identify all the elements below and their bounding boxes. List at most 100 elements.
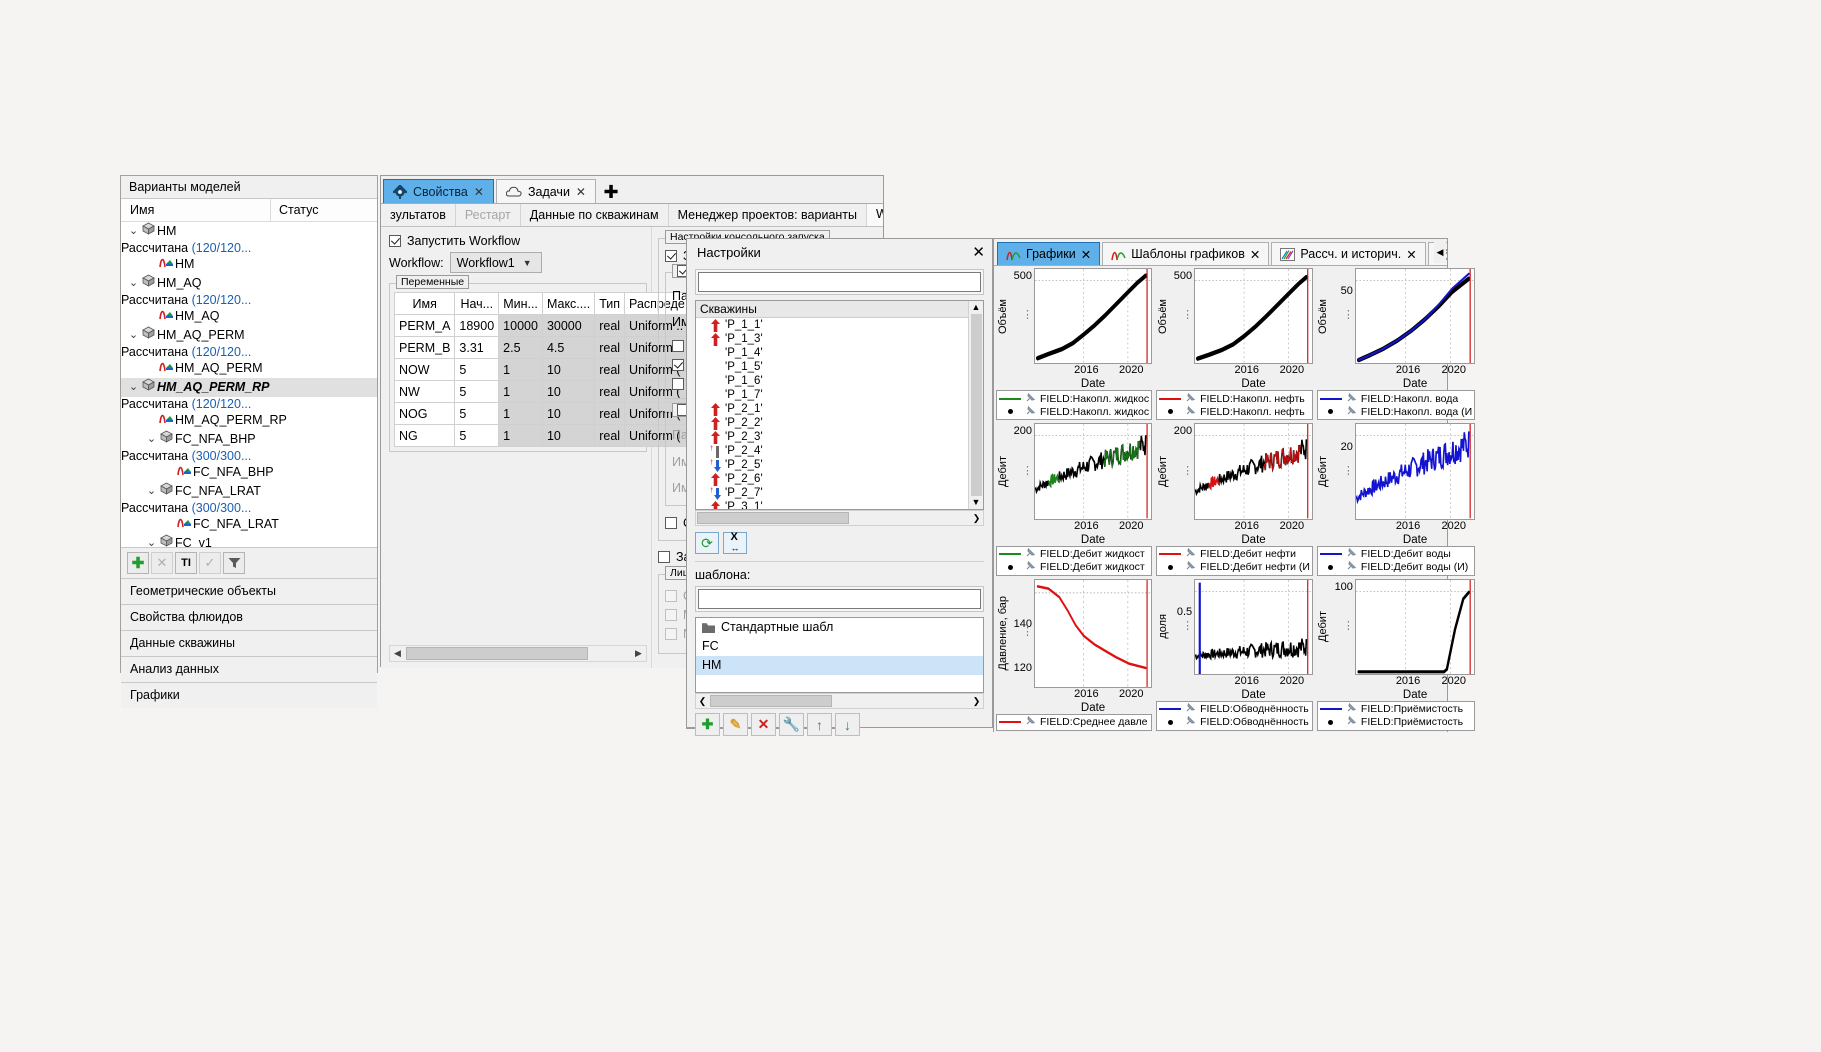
workflow-select[interactable]: Workflow1 ▼ (449, 252, 542, 273)
pin-icon[interactable] (1185, 405, 1196, 418)
table-cell[interactable]: PERM_A (393, 314, 456, 337)
tab-задачи[interactable]: Задачи ✕ (495, 179, 596, 203)
table-cell[interactable]: real (594, 336, 626, 359)
scrollbar-thumb[interactable] (970, 314, 982, 496)
legend-entry[interactable]: FIELD:Дебит воды (И) (1320, 560, 1472, 574)
save-changes-checkbox[interactable] (665, 517, 677, 529)
variables-table[interactable]: Имя Нач... Мин... Макс.... Тип Распреде PERM_A… (393, 292, 690, 447)
delete-src-checkbox[interactable] (672, 378, 684, 390)
scrollbar-thumb[interactable] (710, 695, 832, 707)
wells-list[interactable]: Скважины 'P_1_1' 'P_1_3' 'P_1_4' 'P_1_5' 'P_… (696, 301, 968, 509)
legend-entry[interactable]: FIELD:Накопл. жидкос (999, 405, 1149, 418)
chevron-down-icon[interactable]: ⌄ (145, 534, 158, 547)
pin-icon[interactable] (1025, 405, 1036, 418)
table-cell[interactable]: real (594, 424, 626, 447)
workflow-horizontal-scrollbar[interactable]: ◀ ▶ (389, 645, 647, 662)
wells-listbox[interactable]: Скважины 'P_1_1' 'P_1_3' 'P_1_4' 'P_1_5' 'P_… (695, 300, 984, 510)
list-item[interactable]: 'P_1_1' (696, 318, 968, 332)
pin-icon[interactable] (1346, 405, 1357, 418)
subtab-4[interactable]: Workflow (867, 204, 883, 226)
pin-icon[interactable] (1185, 560, 1196, 574)
axes[interactable] (1354, 578, 1476, 675)
tree-row[interactable]: ⌄ HM (121, 222, 377, 241)
chevron-down-icon[interactable]: ⌄ (145, 430, 158, 449)
refresh-button[interactable]: ⟳ (695, 532, 719, 554)
table-row[interactable]: NG 5 1 10 real Uniform ( (393, 424, 690, 447)
subtab-2[interactable]: Данные по скважинам (521, 204, 669, 226)
chart-cell-6[interactable]: Давление, бар 140 120 ⋮ 2016 2020 Date FIELD:Ср… (994, 577, 1154, 732)
tab-свойства[interactable]: Свойства ✕ (383, 179, 494, 203)
accordion-section-4[interactable]: Графики (121, 682, 377, 708)
table-cell[interactable]: NW (393, 380, 456, 403)
table-cell[interactable]: 5 (454, 380, 500, 403)
legend-entry[interactable]: FIELD:Накопл. нефть (1159, 392, 1310, 405)
close-icon[interactable]: ✕ (576, 185, 586, 199)
table-cell[interactable]: 2.5 (498, 336, 543, 359)
axes[interactable] (1194, 268, 1313, 365)
pin-icon[interactable] (1185, 703, 1196, 716)
table-cell[interactable]: 10 (541, 402, 596, 425)
chart-tab-2[interactable]: Рассч. и историч. ✕ (1271, 242, 1426, 265)
axes[interactable] (1034, 578, 1153, 688)
import-template-button[interactable]: ↑ (807, 713, 832, 736)
axes[interactable] (1034, 423, 1153, 520)
chart-cell-4[interactable]: Дебит 200 ⋮ 2016 2020 Date FIELD:Дебит нефти FI… (1154, 421, 1315, 576)
filter-button[interactable] (223, 552, 245, 574)
wells-search-input[interactable] (698, 272, 981, 292)
chart-cell-1[interactable]: Объём 500 ⋮ 2016 2020 Date FIELD:Накопл. нефть… (1154, 266, 1315, 421)
pin-icon[interactable] (1346, 392, 1357, 405)
subtab-1[interactable]: Рестарт (456, 204, 521, 226)
variables-column-header[interactable]: Макс.... (541, 292, 596, 315)
axes[interactable] (1194, 578, 1313, 675)
pin-icon[interactable] (1025, 392, 1036, 405)
accordion-section-3[interactable]: Анализ данных (121, 656, 377, 682)
scroll-up-arrow-icon[interactable]: ▲ (972, 301, 981, 314)
add-tab-button[interactable]: ✚ (598, 180, 624, 203)
table-cell[interactable]: 1 (498, 424, 543, 447)
table-cell[interactable]: 30000 (541, 314, 596, 337)
wells-vertical-scrollbar[interactable]: ▲ ▼ (968, 301, 983, 509)
pin-icon[interactable] (1346, 560, 1357, 574)
scroll-left-arrow-icon[interactable]: ◀ (390, 648, 405, 659)
scroll-right-arrow-icon[interactable]: ❯ (970, 513, 983, 524)
legend-entry[interactable]: FIELD:Накопл. вода (И (1320, 405, 1472, 418)
variables-column-header[interactable]: Имя (393, 292, 456, 315)
table-row[interactable]: PERM_A 18900 10000 30000 real Uniform .. (393, 314, 690, 337)
legend-entry[interactable]: FIELD:Обводнённость (1159, 703, 1310, 716)
run-workflow-checkbox-row[interactable]: Запустить Workflow (389, 234, 647, 248)
autoscale-x-button[interactable]: X ↔ (723, 532, 747, 554)
chevron-down-icon[interactable]: ⌄ (127, 274, 140, 293)
table-row[interactable]: NOW 5 1 10 real Uniform ( (393, 358, 690, 381)
chart-tab-1[interactable]: Шаблоны графиков ✕ (1102, 242, 1270, 265)
tree-row[interactable]: HM_AQ_PERM_RP (121, 411, 377, 430)
legend-entry[interactable]: FIELD:Дебит жидкост (999, 560, 1149, 574)
tree-row[interactable]: ⌄ FC_NFA_BHP (121, 430, 377, 449)
tabstrip-nav-button[interactable]: ◀ (1434, 241, 1446, 263)
chart-cell-5[interactable]: Дебит 20 ⋮ 2016 2020 Date FIELD:Дебит воды FIEL… (1315, 421, 1477, 576)
add-template-button[interactable]: ✚ (695, 713, 720, 736)
table-cell[interactable]: 10 (541, 424, 596, 447)
legend-entry[interactable]: FIELD:Дебит воды (1319, 547, 1472, 561)
scrollbar-thumb[interactable] (406, 647, 588, 660)
chevron-down-icon[interactable]: ⌄ (127, 222, 140, 241)
legend-entry[interactable]: FIELD:Дебит нефти (1159, 547, 1310, 561)
accordion-section-1[interactable]: Свойства флюидов (121, 604, 377, 630)
chart-cell-2[interactable]: Объём 50 ⋮ 2016 2020 Date FIELD:Накопл. вода FI… (1315, 266, 1477, 421)
table-cell[interactable]: 1 (498, 358, 543, 381)
legend-entry[interactable]: FIELD:Накопл. вода (1319, 392, 1472, 405)
close-icon[interactable]: ✕ (474, 185, 484, 199)
run-cluster-checkbox[interactable] (658, 551, 670, 563)
axes[interactable] (1354, 268, 1476, 365)
legend-entry[interactable]: FIELD:Приёмистость (1319, 703, 1472, 716)
template-horizontal-scrollbar[interactable]: ❮ ❯ (695, 693, 984, 709)
tree-row[interactable]: FC_NFA_BHP (121, 463, 377, 482)
legend-entry[interactable]: FIELD:Обводнённость (1159, 716, 1310, 729)
table-cell[interactable]: NOG (393, 402, 456, 425)
variables-column-header[interactable]: Нач... (454, 292, 500, 315)
table-cell[interactable]: PERM_B (393, 336, 456, 359)
scrollbar-thumb[interactable] (697, 512, 849, 524)
template-item[interactable]: Стандартные шабл (696, 618, 983, 637)
list-item[interactable]: 'P_2_1' (696, 402, 968, 416)
table-cell[interactable]: real (594, 402, 626, 425)
list-item[interactable]: † 'P_2_4' (696, 444, 968, 458)
